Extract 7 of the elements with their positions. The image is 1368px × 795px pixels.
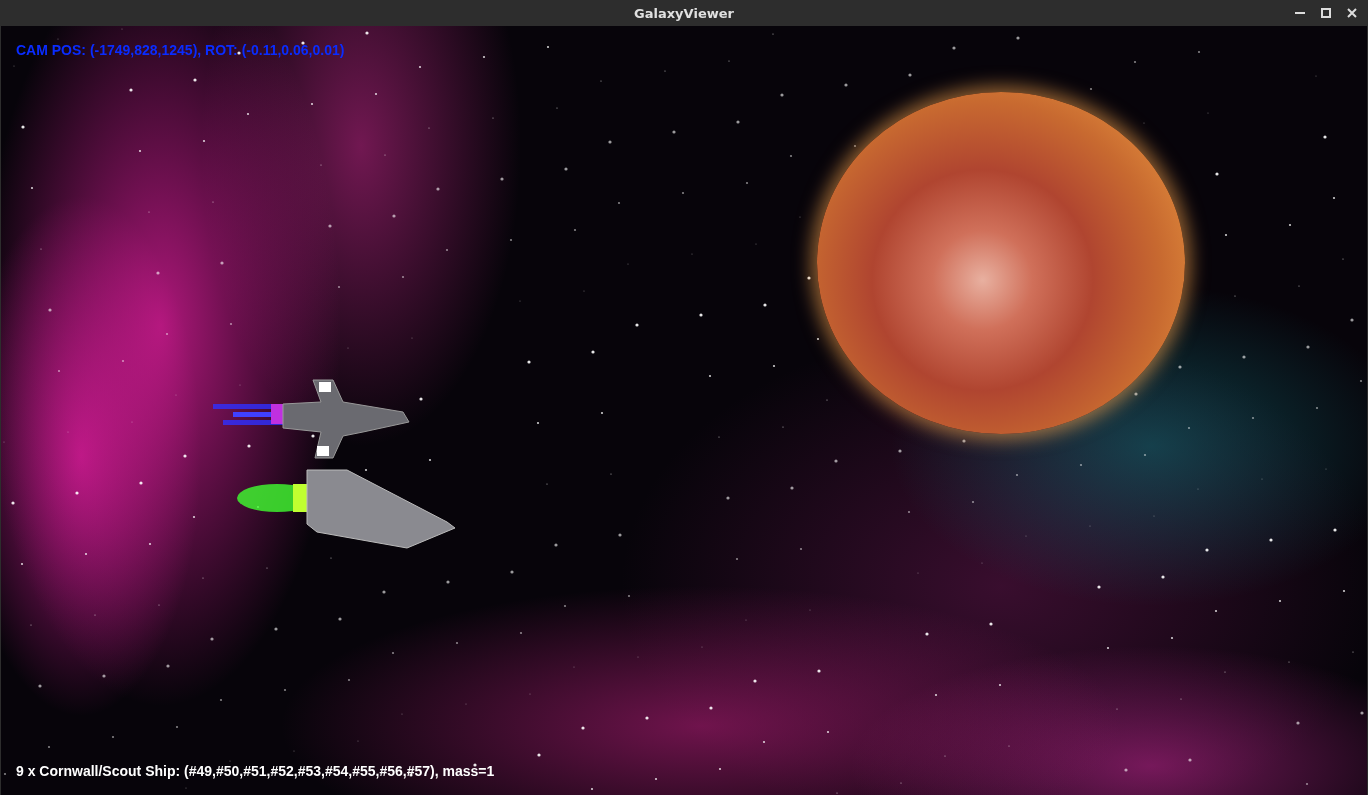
close-icon [1347,8,1357,18]
camera-position-text: CAM POS: (-1749,828,1245), ROT: (-0.11,0.06,0.01) [16,42,346,58]
maximize-button[interactable] [1320,7,1332,19]
close-button[interactable] [1346,7,1358,19]
selection-info-text: 9 x Cornwall/Scout Ship: (#49,#50,#51,#52,#53,#54,#55,#56,#57), mass=1 [16,763,496,779]
maximize-icon [1321,8,1331,18]
window-title: GalaxyViewer [634,5,734,21]
